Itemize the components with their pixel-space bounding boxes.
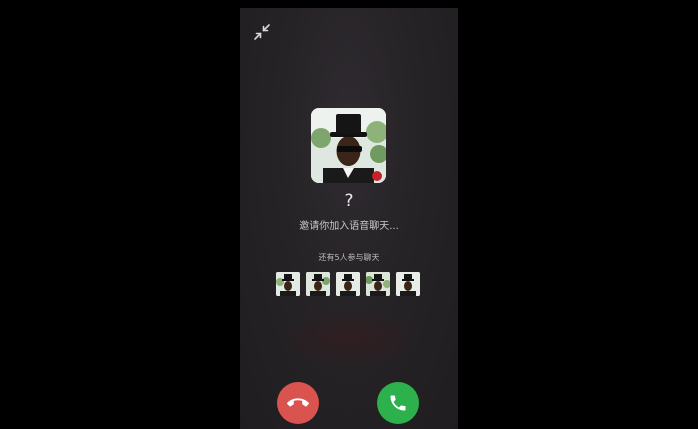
minimize-button[interactable] — [252, 22, 272, 42]
participant-avatar — [306, 272, 330, 296]
participant-avatar — [336, 272, 360, 296]
participant-avatar — [276, 272, 300, 296]
phone-icon — [388, 393, 408, 413]
incoming-call-screen: ? 邀请你加入语音聊天... 还有5人参与聊天 — [240, 8, 458, 429]
participant-avatar — [396, 272, 420, 296]
participants-count-label: 还有5人参与聊天 — [318, 253, 380, 262]
screen: ? 邀请你加入语音聊天... 还有5人参与聊天 — [0, 0, 698, 429]
participant-avatar — [366, 272, 390, 296]
participant-avatars — [276, 272, 422, 296]
minimize-arrows-icon — [252, 22, 272, 42]
caller-name: ? — [344, 191, 354, 211]
invite-message: 邀请你加入语音聊天... — [299, 221, 399, 232]
accept-call-button[interactable] — [377, 382, 419, 424]
decline-call-button[interactable] — [277, 382, 319, 424]
caller-avatar — [311, 108, 386, 183]
phone-hangup-icon — [287, 392, 309, 414]
